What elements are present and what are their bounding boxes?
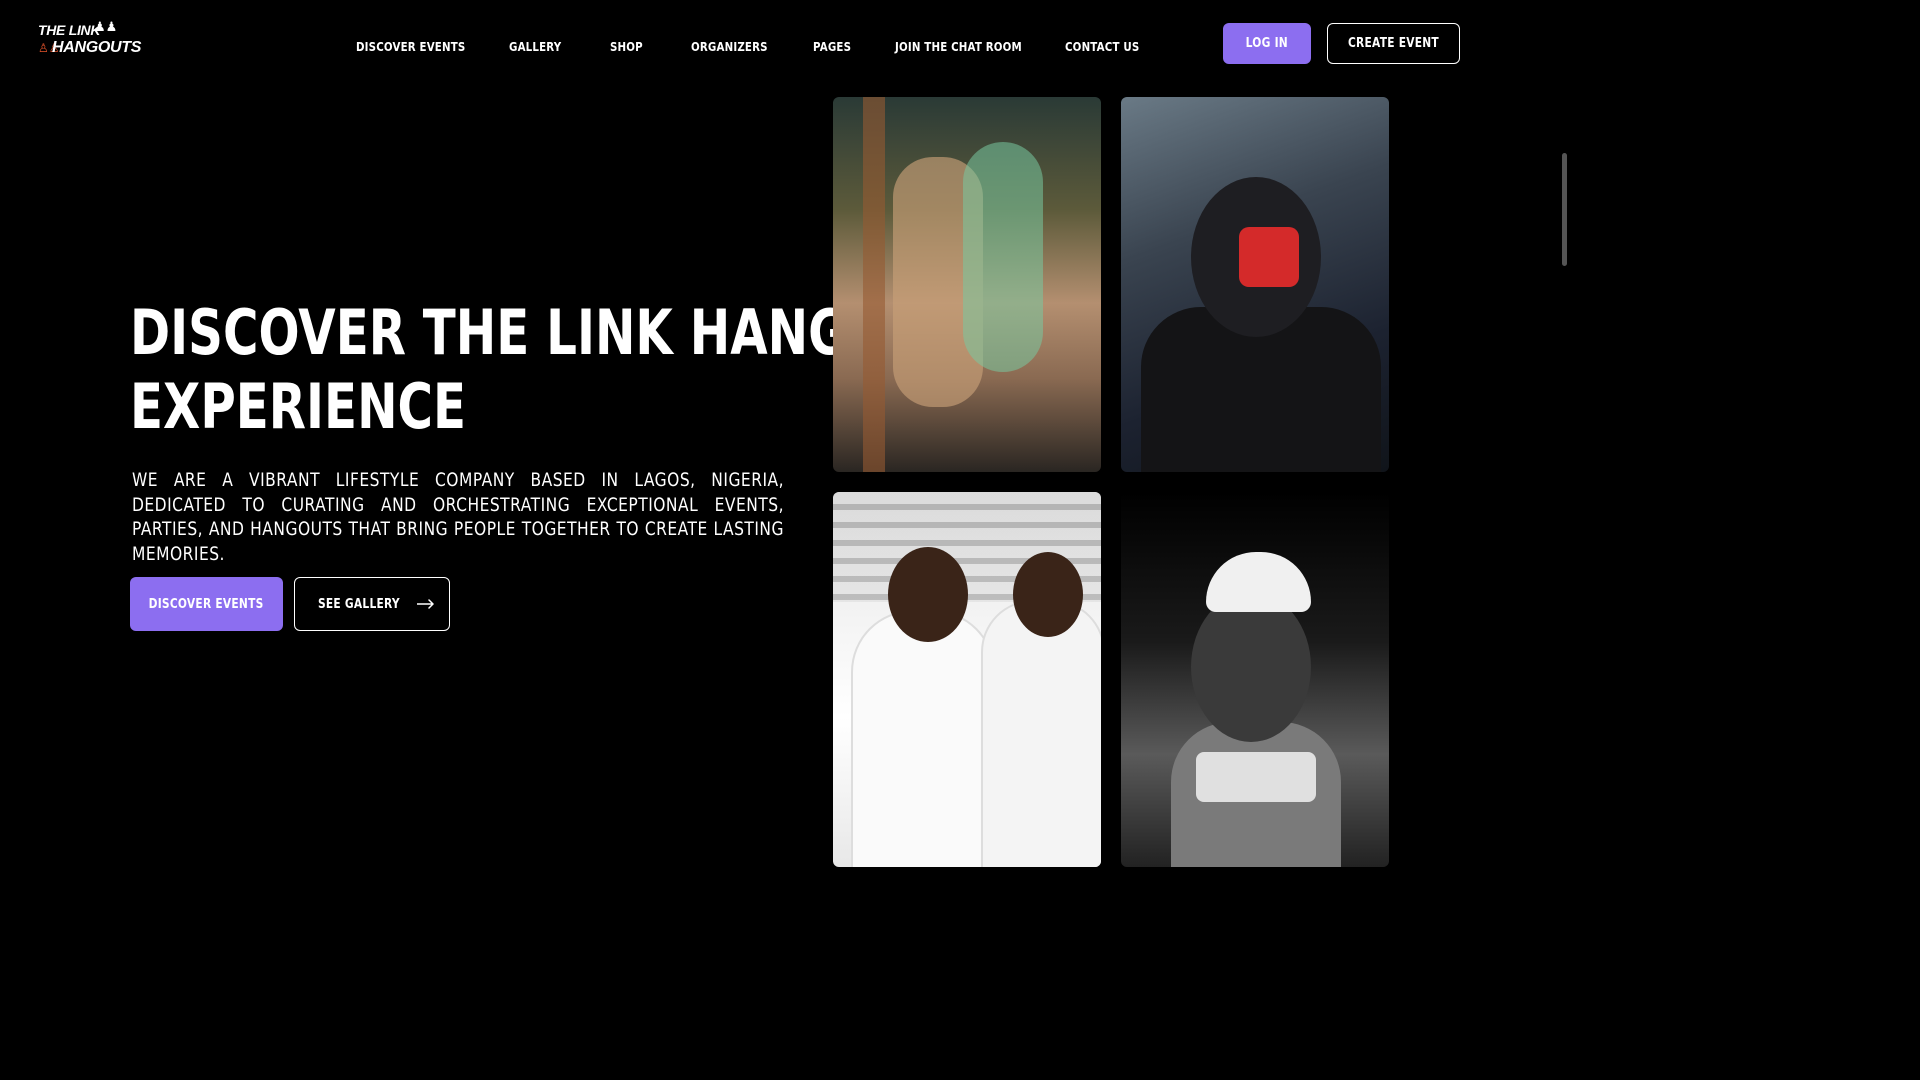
gallery-photo-masked-man [1121, 97, 1389, 472]
photo-shape [1206, 552, 1311, 612]
nav-item-join-chat-room[interactable]: JOIN THE CHAT ROOM [895, 39, 1022, 54]
gallery-photo-dancers [833, 97, 1101, 472]
create-event-button-label: CREATE EVENT [1348, 36, 1439, 51]
chess-pawn-icon: ♟♟ [94, 20, 118, 35]
page-scrollbar[interactable] [1560, 0, 1568, 882]
discover-events-button-label: DISCOVER EVENTS [149, 596, 264, 612]
nav-item-shop[interactable]: SHOP [610, 39, 643, 54]
logo-line2: HANGOUTS [52, 39, 142, 56]
nav-item-gallery[interactable]: GALLERY [509, 39, 561, 54]
photo-shape [1013, 552, 1083, 637]
nav-item-pages[interactable]: PAGES [813, 39, 851, 54]
gallery-photo-two-men-white [833, 492, 1101, 867]
create-event-button[interactable]: CREATE EVENT [1327, 23, 1460, 64]
hero-title: DISCOVER THE LINK HANGOUTS EXPERIENCE [130, 296, 996, 444]
gallery-photo-woman-cap [1121, 492, 1389, 867]
photo-shape [888, 547, 968, 642]
photo-shape [1196, 752, 1316, 802]
nav-item-discover-events[interactable]: DISCOVER EVENTS [356, 39, 465, 54]
login-button[interactable]: LOG IN [1223, 23, 1311, 64]
photo-shape [853, 612, 993, 867]
photo-shape [1191, 592, 1311, 742]
photo-shape [863, 97, 885, 472]
logo-line1: THE LINK [38, 22, 101, 38]
photo-shape [983, 602, 1101, 867]
arrow-right-icon [416, 599, 434, 609]
scrollbar-thumb[interactable] [1562, 153, 1567, 266]
photo-shape [963, 142, 1043, 372]
see-gallery-button-label: SEE GALLERY [318, 596, 400, 612]
photo-shape [1239, 227, 1299, 287]
nav-item-organizers[interactable]: ORGANIZERS [691, 39, 768, 54]
brand-logo[interactable]: THE LINK ♟♟ ♙♙ HANGOUTS [38, 20, 142, 60]
nav-item-contact-us[interactable]: CONTACT US [1065, 39, 1139, 54]
see-gallery-button[interactable]: SEE GALLERY [294, 577, 450, 631]
discover-events-button[interactable]: DISCOVER EVENTS [130, 577, 283, 631]
login-button-label: LOG IN [1245, 36, 1289, 51]
hero-title-line2: EXPERIENCE [130, 370, 467, 443]
hero-description: WE ARE A VIBRANT LIFESTYLE COMPANY BASED… [132, 469, 784, 565]
